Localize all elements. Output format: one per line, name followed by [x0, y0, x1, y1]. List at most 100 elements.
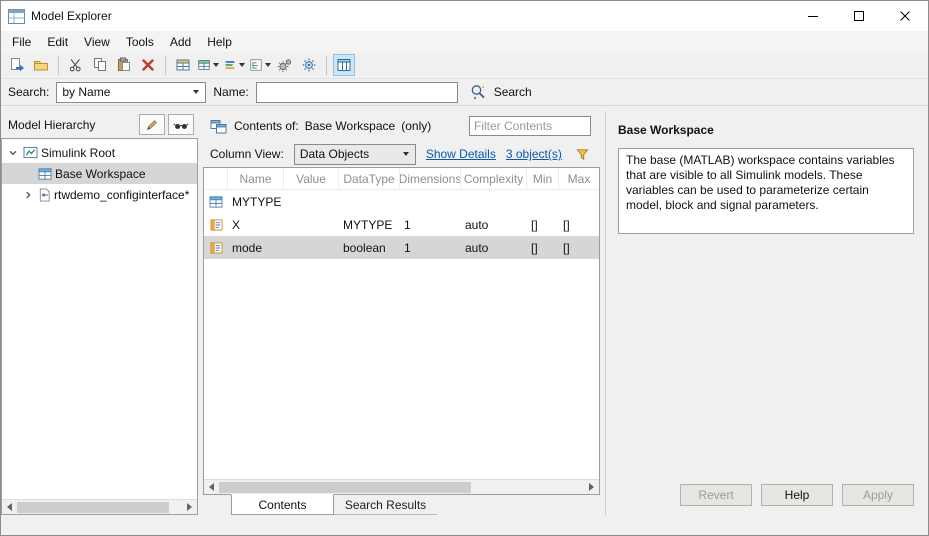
search-label: Search: [8, 85, 50, 99]
menu-file[interactable]: File [4, 33, 39, 51]
contents-horizontal-scrollbar [204, 479, 599, 494]
view-list-menu-icon[interactable] [222, 54, 246, 76]
glasses-icon[interactable] [168, 114, 194, 135]
table-row-selected[interactable]: mode boolean 1 auto [] [] [204, 236, 599, 259]
minimize-button[interactable] [790, 1, 836, 31]
run-search-icon[interactable] [469, 83, 487, 101]
column-view-row: Column View: Data Objects Show Details 3… [203, 141, 600, 167]
close-button[interactable] [882, 1, 928, 31]
table-row[interactable]: MYTYPE [204, 190, 599, 213]
cut-icon[interactable] [65, 54, 87, 76]
model-explorer-window: Model Explorer File Edit View Tools Add … [0, 0, 929, 536]
search-name-input[interactable] [255, 81, 458, 103]
scrollbar-thumb[interactable] [17, 501, 169, 513]
main-area: Model Hierarchy Simulink Root Base Works… [1, 106, 928, 535]
contents-tab-bar: Contents Search Results [203, 494, 600, 515]
table-header-value[interactable]: Value [284, 168, 339, 189]
tree-item-simulink-root[interactable]: Simulink Root [2, 142, 197, 163]
tab-contents[interactable]: Contents [231, 494, 334, 515]
table-header-complexity[interactable]: Complexity [461, 168, 527, 189]
chevron-down-icon [213, 63, 219, 67]
paste-icon[interactable] [113, 54, 135, 76]
parameter-object-icon [204, 241, 228, 254]
title-bar: Model Explorer [1, 1, 928, 31]
model-hierarchy-panel: Model Hierarchy Simulink Root Base Works… [1, 111, 198, 515]
chevron-down-icon [397, 145, 413, 164]
apply-button[interactable]: Apply [842, 484, 914, 506]
scrollbar-thumb[interactable] [219, 481, 471, 493]
contents-header: Contents of: Base Workspace (only) [203, 111, 600, 141]
contents-of-scope: (only) [401, 119, 432, 133]
search-mode-dropdown[interactable]: by Name [56, 81, 207, 103]
hierarchy-menu-icon[interactable] [248, 54, 272, 76]
open-icon[interactable] [30, 54, 52, 76]
scroll-right-arrow[interactable] [584, 480, 599, 495]
contents-panel: Contents of: Base Workspace (only) Colum… [203, 111, 600, 515]
model-file-icon [38, 188, 51, 202]
chevron-right-icon[interactable] [20, 190, 35, 200]
window-controls [790, 1, 928, 31]
table-header-icon-col [204, 168, 228, 189]
contents-icon [210, 119, 227, 134]
revert-button[interactable]: Revert [680, 484, 752, 506]
delete-icon[interactable] [137, 54, 159, 76]
model-hierarchy-title: Model Hierarchy [8, 117, 96, 132]
table-header-datatype[interactable]: DataType [339, 168, 400, 189]
cell-min: [] [531, 240, 538, 255]
preferences-icon[interactable] [298, 54, 320, 76]
search-button[interactable]: Search [494, 85, 532, 99]
edit-pencil-icon[interactable] [139, 114, 165, 135]
tree-item-base-workspace[interactable]: Base Workspace [2, 163, 197, 184]
chevron-down-icon[interactable] [5, 148, 20, 158]
add-grid-menu-icon[interactable] [196, 54, 220, 76]
cell-datatype: MYTYPE [343, 217, 393, 232]
menu-help[interactable]: Help [199, 33, 240, 51]
column-view-dropdown[interactable]: Data Objects [293, 143, 416, 165]
dialog-pane: Base Workspace The base (MATLAB) workspa… [605, 111, 928, 515]
cell-name: X [232, 217, 241, 232]
object-count-link[interactable]: 3 object(s) [506, 147, 562, 161]
tree-item-rtwdemo-configinterface[interactable]: rtwdemo_configinterface* [2, 184, 197, 205]
toolbar-separator [165, 55, 166, 75]
scroll-left-arrow[interactable] [204, 480, 219, 495]
menu-bar: File Edit View Tools Add Help [1, 31, 928, 52]
dialog-description: The base (MATLAB) workspace contains var… [618, 148, 914, 234]
menu-edit[interactable]: Edit [39, 33, 76, 51]
cell-name: mode [232, 240, 263, 255]
cell-dimensions: 1 [404, 240, 411, 255]
add-grid-icon[interactable] [172, 54, 194, 76]
base-workspace-icon [38, 167, 52, 180]
menu-add[interactable]: Add [162, 33, 199, 51]
show-details-link[interactable]: Show Details [426, 147, 496, 161]
tab-search-results[interactable]: Search Results [334, 495, 437, 515]
toolbar-separator [326, 55, 327, 75]
scroll-right-arrow[interactable] [182, 500, 197, 515]
menu-view[interactable]: View [76, 33, 118, 51]
cell-max: [] [563, 240, 570, 255]
table-row[interactable]: X MYTYPE 1 auto [] [] [204, 213, 599, 236]
gears-icon[interactable] [274, 54, 296, 76]
dialog-pane-toggle-icon[interactable] [333, 54, 355, 76]
tree-item-label: Base Workspace [55, 166, 146, 181]
menu-tools[interactable]: Tools [118, 33, 162, 51]
table-header-name[interactable]: Name [228, 168, 284, 189]
cell-dimensions: 1 [404, 217, 411, 232]
scroll-left-arrow[interactable] [2, 500, 17, 515]
model-hierarchy-tree: Simulink Root Base Workspace rtwdemo_con… [1, 138, 198, 515]
filter-funnel-icon[interactable] [575, 147, 590, 162]
table-header-max[interactable]: Max [559, 168, 599, 189]
copy-icon[interactable] [89, 54, 111, 76]
table-header-dimensions[interactable]: Dimensions [400, 168, 461, 189]
filter-contents-input[interactable] [469, 116, 591, 136]
help-button[interactable]: Help [761, 484, 833, 506]
contents-table: Name Value DataType Dimensions Complexit… [203, 167, 600, 495]
cell-complexity: auto [465, 240, 489, 255]
new-object-icon[interactable] [6, 54, 28, 76]
maximize-button[interactable] [836, 1, 882, 31]
table-header-min[interactable]: Min [527, 168, 559, 189]
search-bar: Search: by Name Name: Search [1, 79, 928, 106]
chevron-down-icon [239, 63, 245, 67]
cell-datatype: boolean [343, 240, 386, 255]
chevron-down-icon [187, 83, 203, 102]
table-empty-space [204, 259, 599, 479]
